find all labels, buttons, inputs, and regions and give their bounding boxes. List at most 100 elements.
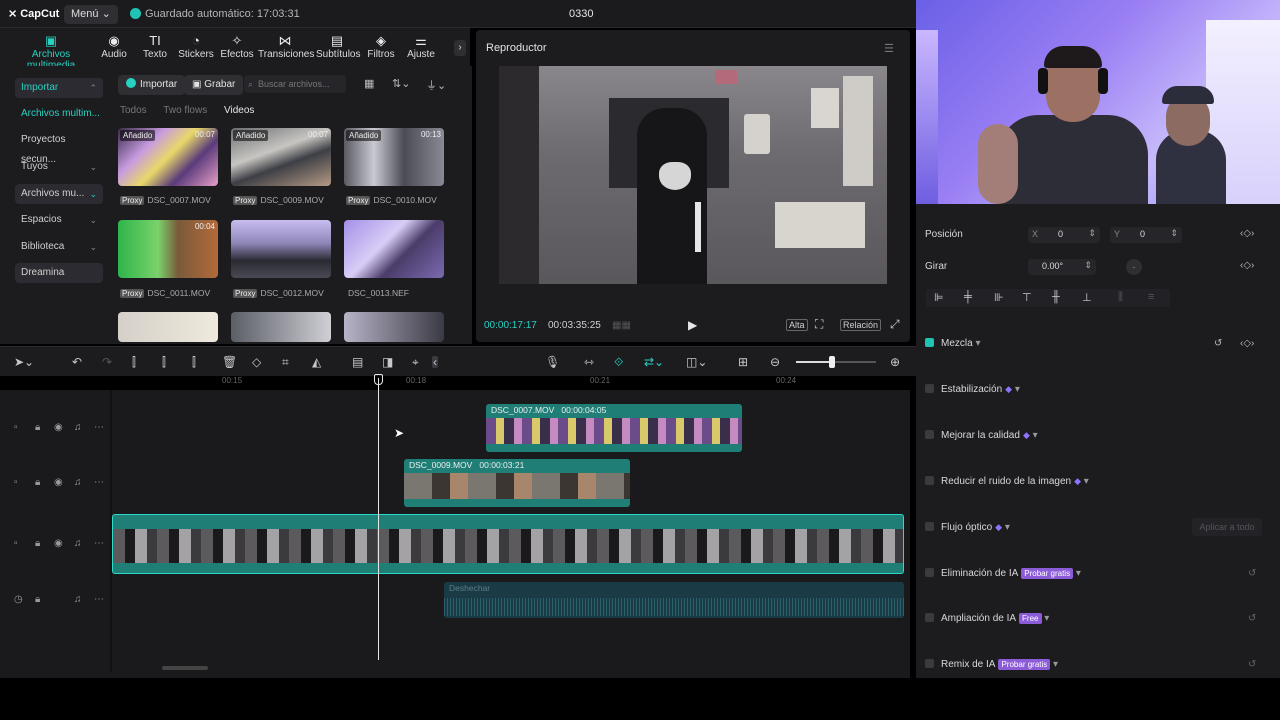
fullscreen-icon[interactable]: ⤢ [890, 317, 900, 332]
tool-effects[interactable]: ✧ Efectos [220, 34, 254, 61]
more-icon[interactable]: ⋯ [94, 594, 104, 605]
preview-icon[interactable]: ⊞ [738, 356, 748, 368]
align-top-icon[interactable]: ⊤ [1022, 291, 1032, 304]
import-button[interactable]: Importar [118, 75, 186, 95]
reset-icon[interactable]: ↺ [1248, 568, 1256, 579]
media-thumb[interactable]: Añadido 00:07 [118, 128, 218, 186]
split-icon[interactable]: ⫿ [132, 356, 136, 368]
magnet-icon[interactable]: ⟐ [614, 356, 623, 368]
eye-icon[interactable]: ◉ [54, 422, 63, 433]
audio-clip[interactable]: Deshechar [444, 582, 904, 618]
stabilize-row[interactable]: Estabilización ◆ ▾ [925, 384, 1020, 395]
filter-all[interactable]: Todos [120, 105, 147, 116]
search-input[interactable]: ⌕ Buscar archivos... [244, 75, 346, 93]
align-left-icon[interactable]: ⊫ [934, 291, 944, 304]
denoise-row[interactable]: Reducir el ruido de la imagen ◆ ▾ [925, 476, 1089, 487]
checkbox-icon[interactable] [925, 659, 934, 668]
rotate-dial-icon[interactable]: · [1126, 259, 1142, 275]
media-thumb[interactable]: Añadido 00:07 [231, 128, 331, 186]
quality-button[interactable]: Alta [786, 319, 808, 331]
keyframe-icon[interactable]: ‹◇› [1240, 260, 1254, 271]
sidebar-item-yours[interactable]: Tuyos ⌄ [15, 157, 103, 177]
reset-icon[interactable]: ↺ [1214, 338, 1222, 349]
lock-icon[interactable]: 🔒︎ [35, 538, 40, 549]
apply-all-button[interactable]: Aplicar a todo [1192, 518, 1262, 536]
ratio-button[interactable]: Relación [840, 319, 882, 331]
media-thumb[interactable] [344, 220, 444, 278]
filter-two-flows[interactable]: Two flows [163, 105, 207, 116]
lock-icon[interactable]: 🔒︎ [35, 477, 40, 488]
timeline-scrollbar[interactable] [162, 666, 208, 670]
volume-icon[interactable]: ♫ [74, 594, 82, 605]
view-grid-icon[interactable]: ▦ [364, 77, 374, 90]
sort-icon[interactable]: ⇅⌄ [392, 77, 410, 90]
stepper-icon[interactable]: ⇕ [1084, 260, 1092, 271]
rotate-field[interactable]: 0.00° ⇕ [1028, 259, 1096, 275]
sidebar-item-media-files[interactable]: Archivos multim... [15, 104, 103, 124]
tool-audio[interactable]: ◉ Audio [98, 34, 130, 61]
ai-remove-row[interactable]: Eliminación de IA Probar gratis ▾ [925, 568, 1081, 579]
sidebar-item-files[interactable]: Archivos mu... ⌄ [15, 184, 103, 204]
mirror-icon[interactable]: ◨ [382, 356, 393, 368]
more-icon[interactable]: ⋯ [94, 538, 104, 549]
tool-adjust[interactable]: ⚌ Ajuste [404, 34, 438, 61]
snap-icon[interactable]: ⇄⌄ [644, 356, 664, 368]
filter-videos[interactable]: Videos [224, 105, 254, 116]
keyframe-icon[interactable]: ‹◇› [1240, 228, 1254, 239]
shield-icon[interactable]: ◇ [252, 356, 261, 368]
freeze-icon[interactable]: ▤ [352, 356, 363, 368]
tool-text[interactable]: TI Texto [138, 34, 172, 61]
stepper-icon[interactable]: ⇕ [1088, 228, 1096, 239]
media-thumb[interactable]: Añadido 00:13 [344, 128, 444, 186]
undo-icon[interactable]: ↶ [72, 356, 82, 368]
ai-expand-row[interactable]: Ampliación de IA Free ▾ [925, 613, 1049, 624]
checkbox-icon[interactable] [925, 384, 934, 393]
checkbox-icon[interactable] [925, 613, 934, 622]
checkbox-icon[interactable] [925, 522, 934, 531]
microphone-icon[interactable]: 🎙 [545, 356, 560, 368]
preview-axis-icon[interactable]: ◫⌄ [686, 356, 707, 368]
keyframe-icon[interactable]: ‹◇› [1240, 338, 1254, 349]
reset-icon[interactable]: ↺ [1248, 613, 1256, 624]
tool-stickers[interactable]: ◔ Stickers [176, 34, 216, 61]
sidebar-item-sub-projects[interactable]: Proyectos secun... [15, 130, 103, 165]
tool-transitions[interactable]: ⋈ Transiciones [258, 34, 314, 61]
crop-icon[interactable]: ⌗ [282, 356, 289, 368]
collapse-icon[interactable]: ‹ [432, 356, 438, 368]
volume-icon[interactable]: ♫ [74, 422, 82, 433]
align-middle-icon[interactable]: ╫ [1052, 291, 1060, 303]
play-icon[interactable]: ▶ [688, 318, 697, 332]
zoom-fit-icon[interactable]: ⛶ [815, 317, 823, 332]
more-icon[interactable]: ⋯ [94, 477, 104, 488]
redo-icon[interactable]: ↷ [102, 356, 112, 368]
y-field[interactable]: Y 0 ⇕ [1110, 227, 1182, 243]
playhead[interactable] [378, 378, 379, 660]
tools-scroll-right-icon[interactable]: › [454, 40, 466, 56]
link-icon[interactable]: ⇿ [584, 356, 594, 368]
filter-icon[interactable]: ⏚⌄ [426, 77, 446, 93]
sidebar-item-library[interactable]: Biblioteca ⌄ [15, 237, 103, 257]
zoom-out-icon[interactable]: ⊖ [770, 356, 780, 368]
distribute-h-icon[interactable]: ⫼ [1118, 291, 1123, 304]
delete-icon[interactable]: 🗑 [222, 356, 237, 368]
reset-icon[interactable]: ↺ [1248, 659, 1256, 670]
enhance-quality-row[interactable]: Mejorar la calidad ◆ ▾ [925, 430, 1038, 441]
align-right-icon[interactable]: ⊪ [994, 291, 1004, 304]
curve-icon[interactable]: ◭ [312, 356, 321, 368]
align-center-icon[interactable]: ╪ [964, 291, 972, 303]
select-tool-icon[interactable]: ➤⌄ [14, 356, 34, 368]
media-thumb[interactable]: 00:04 [118, 220, 218, 278]
checkbox-icon[interactable] [925, 430, 934, 439]
reverse-icon[interactable]: ⌖ [412, 356, 419, 368]
media-thumb[interactable] [231, 312, 331, 342]
lock-icon[interactable]: 🔒︎ [35, 594, 40, 605]
media-thumb[interactable] [231, 220, 331, 278]
zoom-in-icon[interactable]: ⊕ [890, 356, 900, 368]
timeline-clip-main[interactable] [112, 514, 904, 574]
tool-filters[interactable]: ◈ Filtros [364, 34, 398, 61]
lock-icon[interactable]: 🔒︎ [35, 422, 40, 433]
x-field[interactable]: X 0 ⇕ [1028, 227, 1100, 243]
timeline-clip[interactable]: DSC_0009.MOV 00:00:03:21 [404, 459, 630, 507]
media-thumb[interactable] [118, 312, 218, 342]
eye-icon[interactable]: ◉ [54, 538, 63, 549]
